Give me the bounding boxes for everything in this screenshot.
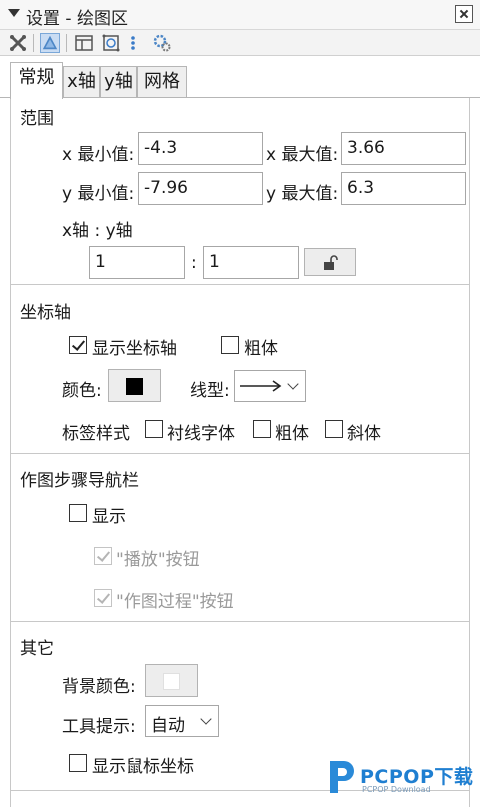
axes-heading: 坐标轴 (20, 303, 71, 323)
toolbar (0, 30, 480, 56)
unlock-icon (324, 255, 338, 270)
ymax-label: y 最大值: (266, 184, 339, 204)
bg-color-label: 背景颜色: (62, 677, 136, 697)
xmin-label: x 最小值: (62, 145, 135, 165)
nav-heading: 作图步骤导航栏 (20, 471, 139, 491)
label-style-label: 标签样式 (62, 424, 130, 444)
arrow-line-icon (240, 380, 282, 392)
italic-checkbox[interactable] (325, 420, 343, 438)
xmax-input[interactable]: 3.66 (341, 132, 466, 165)
axes-bold-checkbox[interactable] (221, 336, 239, 354)
label-bold-checkbox[interactable] (253, 420, 271, 438)
bg-color-button[interactable] (145, 664, 198, 697)
layout-icon[interactable] (74, 33, 94, 53)
show-mouse-coords-label: 显示鼠标坐标 (92, 757, 194, 777)
other-heading: 其它 (20, 639, 54, 659)
axes-color-button[interactable] (108, 369, 161, 402)
show-axes-label: 显示坐标轴 (92, 339, 177, 359)
show-axes-checkbox[interactable] (69, 336, 87, 354)
ratio-y-input[interactable]: 1 (203, 246, 299, 279)
toolbar-separator (33, 34, 34, 52)
advanced-settings-icon[interactable] (152, 33, 172, 53)
process-button-checkbox[interactable] (94, 589, 112, 607)
section-divider (10, 284, 470, 285)
title-bar: 设置 - 绘图区 (0, 0, 480, 30)
tooltip-value: 自动 (151, 716, 185, 736)
tab-y-axis[interactable]: y轴 (100, 66, 137, 98)
show-mouse-coords-checkbox[interactable] (69, 754, 87, 772)
play-button-checkbox[interactable] (94, 547, 112, 565)
axes-color-swatch (126, 378, 143, 395)
show-nav-label: 显示 (92, 507, 126, 527)
tooltip-select[interactable]: 自动 (145, 705, 219, 737)
ratio-x-input[interactable]: 1 (89, 246, 185, 279)
more-options-icon[interactable] (128, 33, 138, 53)
ymax-input[interactable]: 6.3 (341, 172, 466, 205)
tab-grid[interactable]: 网格 (137, 66, 187, 98)
window-title: 设置 - 绘图区 (26, 9, 128, 29)
serif-checkbox[interactable] (145, 420, 163, 438)
section-divider (10, 453, 470, 454)
ymin-input[interactable]: -7.96 (138, 172, 263, 205)
tab-x-axis[interactable]: x轴 (63, 66, 100, 98)
watermark: PCPOP下载 PCPOP Download (326, 757, 476, 797)
xmin-input[interactable]: -4.3 (138, 132, 263, 165)
chevron-down-icon (200, 713, 212, 725)
graphics-view-icon[interactable] (40, 33, 60, 53)
close-icon[interactable] (455, 5, 473, 23)
axes-bold-label: 粗体 (244, 339, 278, 359)
show-nav-checkbox[interactable] (69, 504, 87, 522)
line-style-select[interactable] (234, 370, 306, 402)
play-button-label: "播放"按钮 (116, 550, 200, 570)
chevron-down-icon (287, 378, 299, 390)
tab-general[interactable]: 常规 (10, 62, 63, 99)
label-bold-label: 粗体 (275, 424, 309, 444)
serif-label: 衬线字体 (167, 424, 235, 444)
lock-ratio-button[interactable] (304, 248, 356, 276)
section-divider (10, 621, 470, 622)
process-button-label: "作图过程"按钮 (116, 592, 234, 612)
italic-label: 斜体 (347, 424, 381, 444)
axis-ratio-label: x轴 : y轴 (62, 221, 133, 241)
tab-bar: 常规 x轴 y轴 网格 (0, 60, 480, 99)
tooltip-label: 工具提示: (62, 717, 136, 737)
object-settings-icon[interactable] (8, 33, 28, 53)
range-heading: 范围 (20, 109, 54, 129)
bg-color-swatch (163, 673, 180, 690)
xmax-label: x 最大值: (266, 145, 339, 165)
watermark-subtext: PCPOP Download (362, 785, 431, 794)
collapse-arrow-icon[interactable] (8, 9, 20, 17)
line-style-label: 线型: (190, 381, 230, 401)
grid-settings-icon[interactable] (101, 33, 121, 53)
ratio-separator: : (191, 253, 197, 273)
axes-color-label: 颜色: (62, 381, 102, 401)
ymin-label: y 最小值: (62, 184, 135, 204)
pcpop-logo-icon (330, 761, 354, 793)
toolbar-separator (66, 34, 67, 52)
